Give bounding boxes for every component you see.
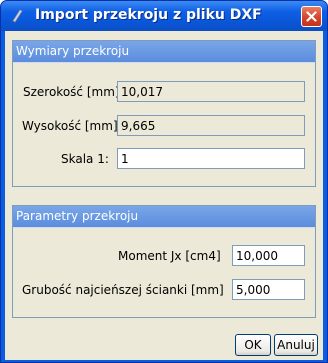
ok-button[interactable]: OK [235, 334, 271, 356]
title-bar[interactable]: Import przekroju z pliku DXF [1, 1, 327, 31]
dimensions-panel: Wymiary przekroju Szerokość [mm] Wysokoś… [12, 40, 316, 187]
height-label: Wysokość [mm] [22, 119, 118, 133]
moment-label: Moment Jx [cm4] [118, 249, 221, 263]
width-field[interactable] [117, 81, 305, 102]
dimensions-panel-header: Wymiary przekroju [13, 41, 315, 63]
width-label: Szerokość [mm] [23, 85, 120, 99]
moment-field[interactable] [232, 245, 305, 266]
scale-label: Skala 1: [61, 152, 109, 166]
close-button[interactable] [301, 6, 322, 27]
thickness-field[interactable] [232, 279, 305, 300]
parameters-panel-header: Parametry przekroju [13, 206, 315, 228]
dialog-window: Import przekroju z pliku DXF Wymiary prz… [0, 0, 328, 363]
height-field[interactable] [117, 115, 305, 136]
cancel-button[interactable]: Anuluj [274, 334, 318, 356]
scale-field[interactable] [117, 148, 305, 169]
window-title: Import przekroju z pliku DXF [35, 7, 262, 23]
parameters-panel: Parametry przekroju Moment Jx [cm4] Grub… [12, 205, 316, 318]
thickness-label: Grubość najcieńszej ścianki [mm] [22, 283, 224, 297]
close-icon [306, 11, 317, 22]
dialog-content: Wymiary przekroju Szerokość [mm] Wysokoś… [5, 31, 323, 360]
app-icon [10, 8, 24, 23]
